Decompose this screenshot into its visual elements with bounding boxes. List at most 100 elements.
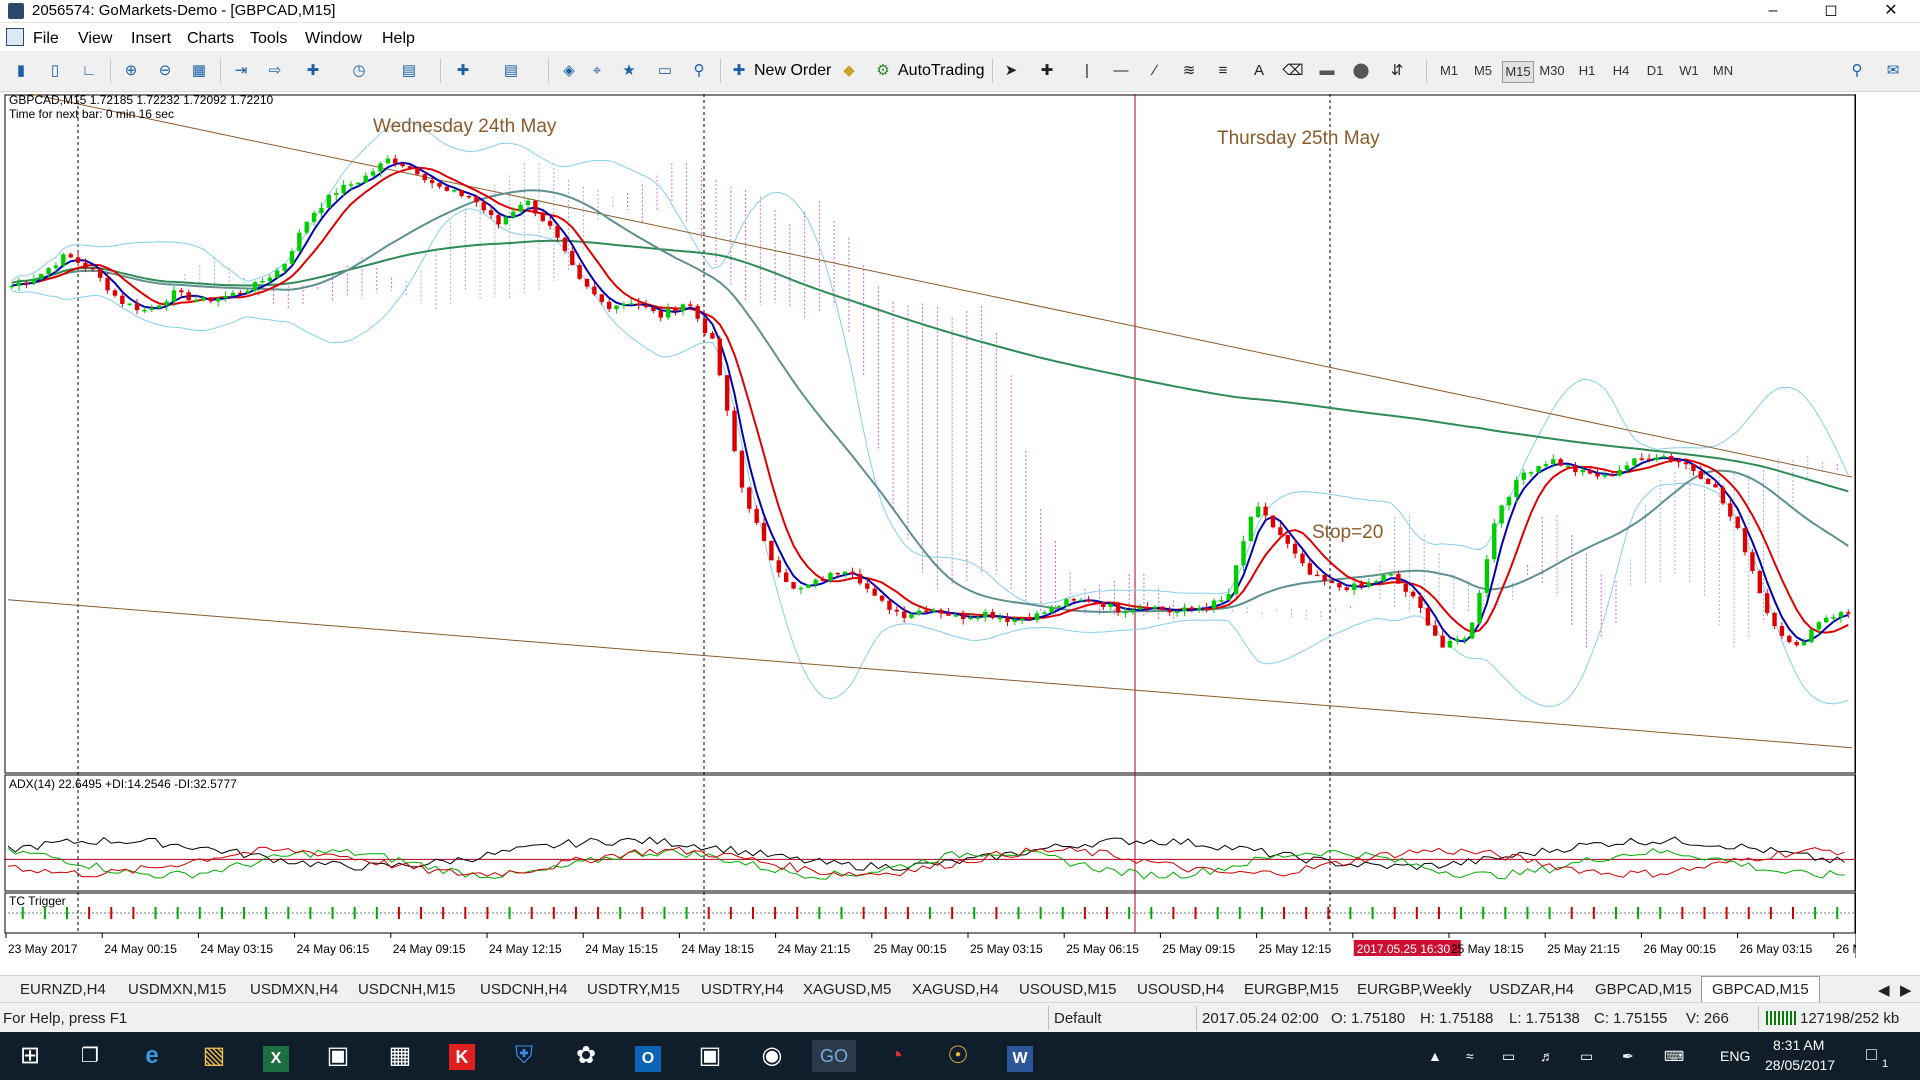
tray-chevron-icon[interactable]: ▲ bbox=[1428, 1048, 1442, 1064]
edge-icon[interactable]: e bbox=[130, 1040, 174, 1072]
close-button[interactable]: ✕ bbox=[1868, 0, 1914, 22]
line-chart-icon[interactable]: ∟ bbox=[76, 59, 102, 83]
timeframe-mn[interactable]: MN bbox=[1708, 61, 1738, 81]
chart-shift-icon[interactable]: ⇥ bbox=[228, 59, 254, 83]
channel-icon[interactable]: ≋ bbox=[1176, 59, 1202, 83]
tab-eurgbp-m15[interactable]: EURGBP,M15 bbox=[1244, 981, 1339, 998]
tab-xagusd-h4[interactable]: XAGUSD,H4 bbox=[912, 981, 999, 998]
task-view-icon[interactable]: ❐ bbox=[68, 1040, 112, 1072]
chart-app-icon[interactable]: ◔ bbox=[874, 1040, 918, 1072]
bar-chart-icon[interactable]: ▮ bbox=[8, 59, 34, 83]
tab-usdmxn-m15[interactable]: USDMXN,M15 bbox=[128, 981, 226, 998]
thursday-label[interactable]: Thursday 25th May bbox=[1217, 128, 1380, 149]
new-order-icon[interactable]: ✚ bbox=[726, 59, 752, 83]
wednesday-label[interactable]: Wednesday 24th May bbox=[373, 116, 557, 137]
indicators-icon[interactable]: ✚ bbox=[300, 59, 326, 83]
store-icon[interactable]: ▣ bbox=[316, 1040, 360, 1072]
tab-usdcnh-m15[interactable]: USDCNH,M15 bbox=[358, 981, 456, 998]
minimize-button[interactable]: – bbox=[1750, 0, 1796, 22]
tab-usdzar-h4[interactable]: USDZAR,H4 bbox=[1489, 981, 1574, 998]
tab-usdcnh-h4[interactable]: USDCNH,H4 bbox=[480, 981, 568, 998]
pen-icon[interactable]: ✒ bbox=[1622, 1048, 1634, 1065]
start-icon[interactable]: ⊞ bbox=[8, 1040, 52, 1072]
market-watch-icon[interactable]: ◈ bbox=[556, 59, 582, 83]
new-order-button[interactable]: New Order bbox=[754, 62, 831, 80]
trendline-icon[interactable]: ∕ bbox=[1142, 59, 1168, 83]
horizontal-line-icon[interactable]: — bbox=[1108, 59, 1134, 83]
tab-usousd-m15[interactable]: USOUSD,M15 bbox=[1019, 981, 1117, 998]
tab-eurgbp-weekly[interactable]: EURGBP,Weekly bbox=[1357, 981, 1472, 998]
maximize-button[interactable]: ◻ bbox=[1808, 0, 1854, 22]
search-icon[interactable]: ⚲ bbox=[1844, 59, 1870, 83]
terminal-icon[interactable]: ▭ bbox=[652, 59, 678, 83]
zoom-out-icon[interactable]: ⊖ bbox=[152, 59, 178, 83]
menu-insert[interactable]: Insert bbox=[131, 30, 171, 48]
language-indicator[interactable]: ENG bbox=[1720, 1048, 1750, 1064]
fibonacci-icon[interactable]: ≡ bbox=[1210, 59, 1236, 83]
navigator-icon[interactable]: ★ bbox=[616, 59, 642, 83]
tab-xagusd-m5[interactable]: XAGUSD,M5 bbox=[803, 981, 891, 998]
keyboard-icon[interactable]: ⌨ bbox=[1664, 1048, 1684, 1065]
excel-icon[interactable]: X bbox=[254, 1040, 298, 1072]
photos-icon[interactable]: ▣ bbox=[688, 1040, 732, 1072]
new-chart-icon[interactable]: ✚ bbox=[450, 59, 476, 83]
metatrader-icon[interactable]: GO bbox=[812, 1040, 856, 1072]
paint-icon[interactable]: ✿ bbox=[564, 1040, 608, 1072]
periods-icon[interactable]: ◷ bbox=[346, 59, 372, 83]
tab-usdmxn-h4[interactable]: USDMXN,H4 bbox=[250, 981, 338, 998]
tile-windows-icon[interactable]: ▦ bbox=[186, 59, 212, 83]
text-icon[interactable]: A bbox=[1246, 59, 1272, 83]
word-icon[interactable]: W bbox=[998, 1040, 1042, 1072]
chrome-icon[interactable]: ☉ bbox=[936, 1040, 980, 1072]
zoom-in-icon[interactable]: ⊕ bbox=[118, 59, 144, 83]
timeframe-m5[interactable]: M5 bbox=[1468, 61, 1498, 81]
tab-usdtry-m15[interactable]: USDTRY,M15 bbox=[587, 981, 680, 998]
timeframe-m1[interactable]: M1 bbox=[1434, 61, 1464, 81]
text-label-icon[interactable]: ⌫ bbox=[1280, 59, 1306, 83]
notification-icon[interactable]: □ bbox=[1866, 1044, 1877, 1065]
app-k-icon[interactable]: K bbox=[440, 1040, 484, 1072]
timeframe-m15[interactable]: M15 bbox=[1502, 61, 1534, 83]
timeframe-h4[interactable]: H4 bbox=[1606, 61, 1636, 81]
tab-scroll-right-icon[interactable]: ▶ bbox=[1900, 981, 1912, 999]
timeframe-h1[interactable]: H1 bbox=[1572, 61, 1602, 81]
power-icon[interactable]: ▭ bbox=[1580, 1048, 1593, 1065]
battery-icon[interactable]: ▭ bbox=[1502, 1048, 1515, 1065]
clock-date[interactable]: 28/05/2017 bbox=[1765, 1057, 1835, 1073]
rectangle-icon[interactable]: ▬ bbox=[1314, 59, 1340, 83]
shield-icon[interactable]: ⛨ bbox=[502, 1040, 546, 1072]
templates-icon[interactable]: ▤ bbox=[396, 59, 422, 83]
camera-icon[interactable]: ◉ bbox=[750, 1040, 794, 1072]
timeframe-m30[interactable]: M30 bbox=[1537, 61, 1567, 81]
tab-usdtry-h4[interactable]: USDTRY,H4 bbox=[701, 981, 784, 998]
tab-usousd-h4[interactable]: USOUSD,H4 bbox=[1137, 981, 1225, 998]
autotrading-button[interactable]: AutoTrading bbox=[898, 62, 985, 80]
tab-scroll-left-icon[interactable]: ◀ bbox=[1878, 981, 1890, 999]
ellipse-icon[interactable]: ⬤ bbox=[1348, 59, 1374, 83]
tab-gbpcad-m15-active[interactable]: GBPCAD,M15 bbox=[1701, 976, 1820, 1002]
clock-time[interactable]: 8:31 AM bbox=[1773, 1037, 1824, 1053]
profiles-icon[interactable]: ▤ bbox=[498, 59, 524, 83]
outlook-icon[interactable]: O bbox=[626, 1040, 670, 1072]
menu-view[interactable]: View bbox=[78, 30, 112, 48]
menu-window[interactable]: Window bbox=[305, 30, 362, 48]
autoscroll-icon[interactable]: ⇨ bbox=[262, 59, 288, 83]
file-explorer-icon[interactable]: ▧ bbox=[192, 1040, 236, 1072]
tab-eurnzd-h4[interactable]: EURNZD,H4 bbox=[20, 981, 106, 998]
crosshair-icon[interactable]: ⌖ bbox=[584, 59, 610, 83]
arrows-icon[interactable]: ⇵ bbox=[1384, 59, 1410, 83]
candlestick-icon[interactable]: ▯ bbox=[42, 59, 68, 83]
menu-tools[interactable]: Tools bbox=[250, 30, 287, 48]
vertical-line-icon[interactable]: | bbox=[1074, 59, 1100, 83]
timeframe-w1[interactable]: W1 bbox=[1674, 61, 1704, 81]
menu-charts[interactable]: Charts bbox=[187, 30, 234, 48]
tab-gbpcad-m15[interactable]: GBPCAD,M15 bbox=[1595, 981, 1692, 998]
stop-label[interactable]: Stop=20 bbox=[1312, 522, 1383, 543]
calculator-icon[interactable]: ▦ bbox=[378, 1040, 422, 1072]
chat-icon[interactable]: ✉ bbox=[1880, 59, 1906, 83]
timeframe-d1[interactable]: D1 bbox=[1640, 61, 1670, 81]
cursor-icon[interactable]: ➤ bbox=[998, 59, 1024, 83]
chart-canvas[interactable]: 70523517020.0000 0.10.00-0.1 1.759001.75… bbox=[4, 94, 1856, 958]
metaeditor-icon[interactable]: ◆ bbox=[836, 59, 862, 83]
strategy-tester-icon[interactable]: ⚲ bbox=[686, 59, 712, 83]
